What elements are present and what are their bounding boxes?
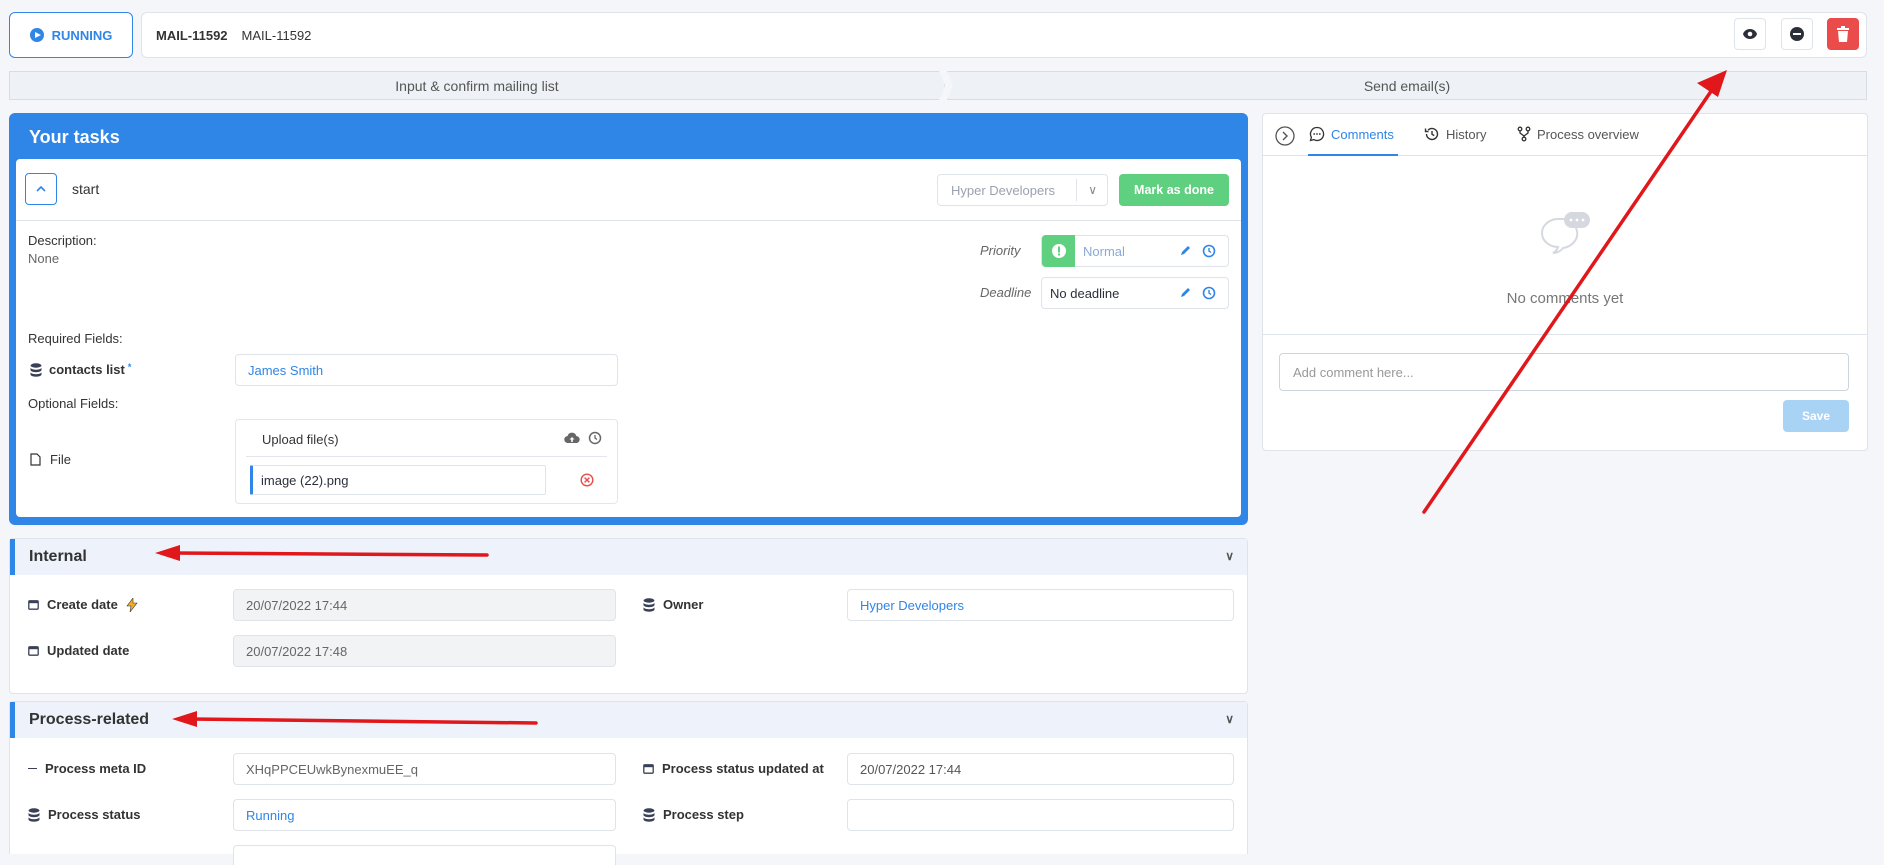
lightning-icon [126,597,138,612]
step-input-confirm[interactable]: Input & confirm mailing list [9,71,945,100]
optional-fields-label: Optional Fields: [28,396,119,411]
description-value: None [28,251,60,266]
comments-panel: Comments History Process overview No com… [1262,113,1868,451]
save-comment-button[interactable]: Save [1783,400,1849,432]
upload-files-label[interactable]: Upload file(s) [262,432,339,447]
minus-circle-icon [1790,27,1804,41]
calendar-icon [28,646,39,656]
process-status-label: Process status [28,807,141,822]
deadline-value: No deadline [1050,285,1120,301]
process-status-updated-field: 20/07/2022 17:44 [847,753,1234,785]
process-status-updated-label: Process status updated at [643,761,824,776]
expand-panel-button[interactable] [1275,126,1295,151]
watch-button[interactable] [1734,18,1766,50]
database-icon [28,807,40,822]
tab-comments[interactable]: Comments [1309,126,1394,142]
assignee-value: Hyper Developers [951,182,1056,198]
status-label: RUNNING [51,27,113,43]
process-meta-id-field: XHqPPCEUwkBynexmuEE_q [233,753,616,785]
history-icon [1424,127,1439,141]
tab-history[interactable]: History [1424,126,1486,142]
trash-icon [1837,26,1849,42]
no-comments-text: No comments yet [1506,290,1624,307]
fork-icon [1517,126,1531,142]
chevron-down-icon[interactable]: ∨ [1225,549,1234,563]
database-icon [643,597,655,612]
uploaded-file-name: image (22).png [261,472,349,488]
case-title: MAIL-11592 [156,27,228,43]
empty-comments-icon [1538,211,1592,260]
case-subtitle: MAIL-11592 [241,27,312,43]
file-upload-box: Upload file(s) image (22).png [235,419,618,504]
required-fields-label: Required Fields: [28,331,123,346]
database-icon [643,807,655,822]
eye-icon [1743,29,1757,39]
tasks-title: Your tasks [29,127,120,147]
next-field-partial [233,845,616,865]
create-date-field: 20/07/2022 17:44 [233,589,616,621]
owner-field[interactable]: Hyper Developers [847,589,1234,621]
task-name: start [72,181,100,197]
remove-file-icon[interactable] [580,473,594,492]
calendar-icon [643,764,654,774]
process-step-label: Process step [643,807,744,822]
process-steps: Input & confirm mailing list Send email(… [9,71,1867,100]
calendar-icon [28,600,39,610]
internal-panel: Internal ∨ Create date 20/07/2022 17:44 … [9,538,1248,694]
internal-panel-header[interactable]: Internal ∨ [10,539,1247,575]
upload-history-icon[interactable] [588,431,602,450]
cloud-upload-icon[interactable] [564,431,580,449]
process-title: Process-related [29,711,150,728]
edit-deadline-icon[interactable] [1180,286,1192,301]
deadline-field[interactable]: No deadline [1041,277,1229,309]
chevron-down-icon[interactable]: ∨ [1225,712,1234,726]
chevron-up-icon [36,186,46,192]
delete-button[interactable] [1827,18,1859,50]
status-running-button[interactable]: RUNNING [9,12,133,58]
contacts-list-input[interactable]: James Smith [235,354,618,386]
deadline-label: Deadline [980,285,1032,300]
priority-value: Normal [1083,243,1125,259]
assignee-select[interactable]: Hyper Developers ∨ [937,174,1108,206]
chevron-down-icon: ∨ [1088,183,1097,197]
process-meta-id-label: Process meta ID [28,761,146,776]
deadline-history-icon[interactable] [1202,286,1216,303]
comment-input[interactable]: Add comment here... [1279,353,1849,391]
alert-icon [1042,235,1075,267]
create-date-label: Create date [28,597,138,612]
database-icon [30,362,42,377]
file-icon [30,453,41,466]
tab-process-overview[interactable]: Process overview [1517,126,1639,142]
comment-icon [1309,126,1325,142]
case-title-bar: MAIL-11592 MAIL-11592 [141,12,1867,58]
active-tab-indicator [1308,154,1398,156]
process-panel-header[interactable]: Process-related ∨ [10,702,1247,738]
mark-as-done-button[interactable]: Mark as done [1119,174,1229,206]
priority-history-icon[interactable] [1202,244,1216,261]
process-step-field[interactable] [847,799,1234,831]
collapse-task-button[interactable] [25,173,57,205]
file-label: File [30,452,71,467]
updated-date-label: Updated date [28,643,129,658]
updated-date-field: 20/07/2022 17:48 [233,635,616,667]
priority-field[interactable]: Normal [1041,235,1229,267]
description-label: Description: [28,233,97,248]
internal-title: Internal [29,548,87,565]
task-header: start Hyper Developers ∨ Mark as done [16,159,1241,221]
play-icon [29,28,44,42]
contacts-list-label: contacts list * [30,362,131,377]
process-status-field[interactable]: Running [233,799,616,831]
priority-label: Priority [980,243,1021,258]
process-panel: Process-related ∨ Process meta ID XHqPPC… [9,701,1248,865]
owner-label: Owner [643,597,703,612]
stop-button[interactable] [1781,18,1813,50]
edit-priority-icon[interactable] [1180,244,1192,259]
step-send-emails[interactable]: Send email(s) [947,71,1867,100]
uploaded-file-item[interactable]: image (22).png [250,465,546,495]
tasks-panel: Your tasks start Hyper Developers ∨ Mark… [9,113,1248,525]
task-card: start Hyper Developers ∨ Mark as done De… [16,159,1241,517]
chevron-right-circle-icon [1275,126,1295,146]
minus-icon [28,768,37,769]
